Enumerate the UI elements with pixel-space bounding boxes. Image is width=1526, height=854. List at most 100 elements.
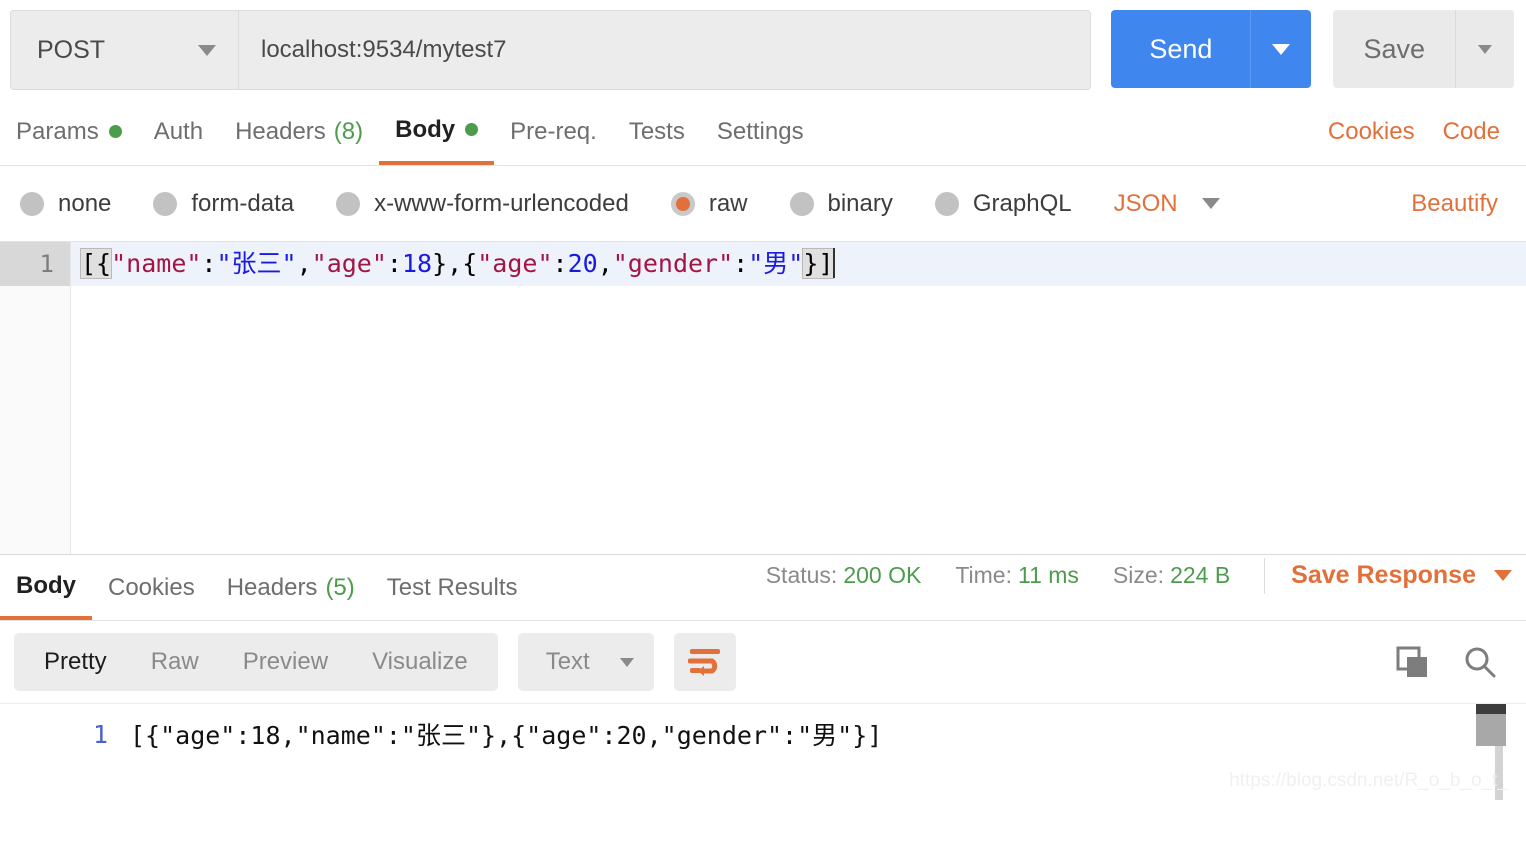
body-type-label: raw [708,189,748,217]
editor-code-area[interactable]: [{"name":"张三","age":18},{"age":20,"gende… [71,242,1526,554]
response-content-type-select[interactable]: Text [517,633,654,691]
tab-label: Tests [628,117,685,145]
view-mode-preview[interactable]: Preview [221,633,350,691]
code-token-open-bracket: [{ [79,248,113,279]
body-type-graphql[interactable]: GraphQL [934,189,1072,218]
code-link[interactable]: Code [1429,118,1514,146]
send-options-button[interactable] [1251,10,1312,88]
body-type-none[interactable]: none [20,190,111,218]
copy-button[interactable] [1384,634,1440,690]
tab-label: Params [16,117,99,145]
code-token-punc: , [296,249,312,278]
view-mode-pretty[interactable]: Pretty [22,633,129,691]
tab-label: Auth [153,117,204,145]
save-options-button[interactable] [1456,10,1514,88]
tab-tests[interactable]: Tests [613,98,701,165]
tab-label: Pre-req. [510,117,597,145]
code-token-string: "男" [748,249,804,278]
radio-selected-icon [670,191,695,216]
tab-headers[interactable]: Headers (8) [219,98,379,165]
body-type-label: binary [827,189,893,217]
body-type-urlencoded[interactable]: x-www-form-urlencoded [336,190,629,218]
radio-icon [934,191,959,216]
editor-line-number: 1 [0,242,70,286]
code-token-number: 20 [567,249,598,278]
code-token-key: "age" [477,249,553,278]
view-mode-pill-group: Pretty Raw Preview Visualize [14,633,498,691]
search-icon [1465,647,1496,678]
word-wrap-icon [687,649,720,676]
tab-pre-request[interactable]: Pre-req. [494,98,613,165]
body-format-label: JSON [1113,189,1178,217]
status-value: 200 OK [843,562,922,588]
save-button[interactable]: Save [1333,10,1456,88]
http-method-label: POST [37,35,106,64]
tab-params[interactable]: Params [0,98,138,165]
body-type-binary[interactable]: binary [789,189,893,218]
response-body-line: 1 [{"age":18,"name":"张三"},{"age":20,"gen… [0,704,1526,758]
body-actions: Beautify [1397,190,1512,218]
divider [1264,557,1266,594]
search-button[interactable] [1452,634,1508,690]
url-input[interactable]: localhost:9534/mytest7 [239,11,1091,89]
tab-count-badge: (5) [325,573,355,601]
chevron-down-icon [1272,43,1291,55]
request-tabs-actions: Cookies Code [1314,98,1514,165]
http-method-select[interactable]: POST [11,11,239,89]
send-button[interactable]: Send [1111,10,1252,88]
response-body-text: [{"age":18,"name":"张三"},{"age":20,"gende… [130,721,883,750]
tab-label: Settings [716,117,804,145]
chevron-down-icon [619,657,634,667]
send-button-group: Send [1111,10,1312,88]
response-tab-headers[interactable]: Headers (5) [211,555,371,620]
body-type-form-data[interactable]: form-data [153,190,294,218]
editor-gutter: 1 [0,242,71,554]
response-tab-list: Body Cookies Headers (5) Test Results [0,555,534,620]
save-button-group: Save [1333,10,1514,88]
tab-body[interactable]: Body [379,98,495,165]
time-label: Time: [955,562,1012,588]
code-token-key: "age" [311,249,387,278]
response-tab-cookies[interactable]: Cookies [92,555,211,620]
tab-label: Headers [226,573,318,601]
view-mode-visualize[interactable]: Visualize [350,633,490,691]
body-type-raw[interactable]: raw [670,189,748,218]
response-tab-body[interactable]: Body [0,555,92,620]
body-type-label: none [58,189,112,217]
code-token-punc: },{ [432,249,478,278]
body-type-label: GraphQL [972,189,1072,217]
code-token-number: 18 [401,249,433,278]
request-tab-list: Params Auth Headers (8) Body Pre-req. Te… [0,98,820,165]
response-view-toolbar: Pretty Raw Preview Visualize Text [0,621,1526,703]
code-token-string: "张三" [216,249,297,278]
body-type-label: form-data [191,189,295,217]
radio-icon [20,191,44,216]
tab-settings[interactable]: Settings [701,98,820,165]
beautify-button[interactable]: Beautify [1397,190,1512,218]
code-token-punc: : [733,249,749,278]
save-response-button[interactable]: Save Response [1291,561,1512,590]
chevron-down-icon [1201,198,1220,209]
body-format-select[interactable]: JSON [1114,190,1220,218]
response-line-number: 1 [92,719,108,749]
editor-line-1[interactable]: [{"name":"张三","age":18},{"age":20,"gende… [71,242,1526,286]
code-token-punc: , [597,249,613,278]
watermark: https://blog.csdn.net/R_o_b_o_t_ [1229,770,1508,791]
response-tabs-bar: Body Cookies Headers (5) Test Results St… [0,555,1526,621]
body-type-radio-group: none form-data x-www-form-urlencoded raw… [20,190,1260,218]
request-tabs-bar: Params Auth Headers (8) Body Pre-req. Te… [0,98,1526,166]
request-url-bar: POST localhost:9534/mytest7 Send Save [0,0,1526,98]
code-token-punc: : [386,249,402,278]
chevron-down-icon [198,44,216,56]
request-body-editor[interactable]: 1 [{"name":"张三","age":18},{"age":20,"gen… [0,242,1526,555]
view-mode-raw[interactable]: Raw [129,633,221,691]
time-meta: Time: 11 ms [955,562,1079,589]
tab-auth[interactable]: Auth [138,98,219,165]
response-tab-test-results[interactable]: Test Results [371,555,534,620]
word-wrap-button[interactable] [673,633,736,691]
size-label: Size: [1112,562,1165,588]
response-body-viewer[interactable]: 1 [{"age":18,"name":"张三"},{"age":20,"gen… [0,703,1526,800]
status-dot-icon [465,123,479,136]
cookies-link[interactable]: Cookies [1314,118,1429,146]
status-label: Status: [765,562,838,588]
